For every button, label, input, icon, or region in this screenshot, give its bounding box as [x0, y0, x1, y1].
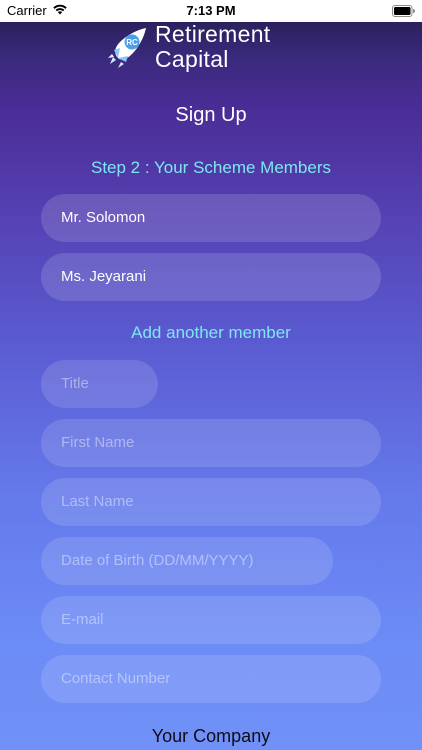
rocket-logo-icon: RC [108, 28, 146, 68]
battery-icon [392, 5, 415, 17]
member-1-field[interactable]: Mr. Solomon [41, 194, 381, 242]
page-title: Sign Up [175, 104, 247, 126]
section-title-company: Your Company [151, 726, 271, 746]
status-bar: Carrier 7:13 PM [0, 0, 422, 22]
clock-time: 7:13 PM [186, 3, 236, 18]
svg-text:RC: RC [126, 38, 138, 47]
contact-number-field[interactable] [41, 655, 381, 703]
date-of-birth-field[interactable] [41, 537, 333, 585]
member-2-field[interactable]: Ms. Jeyarani [41, 253, 381, 301]
last-name-field[interactable] [41, 478, 381, 526]
signup-screen: Carrier 7:13 PM RC Retirement Capital Si… [0, 0, 422, 750]
step-label: Step 2 : Your Scheme Members [90, 158, 332, 177]
email-field[interactable] [41, 596, 381, 644]
first-name-field[interactable] [41, 419, 381, 467]
brand-name: Retirement Capital [155, 21, 271, 72]
app-header: RC Retirement Capital [108, 22, 328, 74]
add-member-link[interactable]: Add another member [0, 323, 422, 343]
title-field[interactable] [41, 360, 158, 408]
